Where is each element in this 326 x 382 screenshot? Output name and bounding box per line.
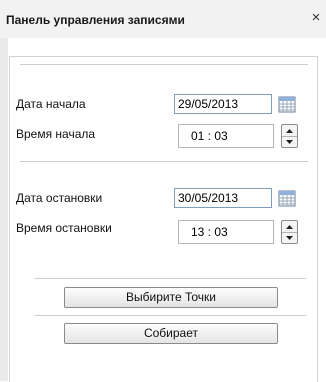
divider <box>20 161 308 162</box>
title-bar: Панель управления записями × <box>0 0 326 38</box>
divider <box>34 315 306 316</box>
calendar-icon[interactable] <box>278 189 296 207</box>
collect-button[interactable]: Собирает <box>64 323 278 344</box>
divider <box>20 64 308 65</box>
recording-control-panel: Дата начала 29/05/2013 Время начала 01 :… <box>9 56 318 382</box>
triangle-up-icon <box>286 128 293 133</box>
window-title: Панель управления записями <box>6 13 185 27</box>
close-icon[interactable]: × <box>308 10 324 26</box>
select-points-button[interactable]: Выбирите Точки <box>64 287 278 308</box>
divider <box>34 278 306 279</box>
stop-time-label: Время остановки <box>16 221 112 235</box>
spin-down-button[interactable] <box>282 136 297 147</box>
stop-time-input[interactable]: 13 : 03 <box>178 220 274 244</box>
start-date-label: Дата начала <box>16 97 86 111</box>
stop-time-spinner[interactable] <box>281 220 298 244</box>
spin-down-button[interactable] <box>282 232 297 243</box>
triangle-up-icon <box>286 224 293 229</box>
triangle-down-icon <box>286 235 293 240</box>
start-time-input[interactable]: 01 : 03 <box>178 124 274 148</box>
start-date-input[interactable]: 29/05/2013 <box>174 94 272 114</box>
calendar-icon[interactable] <box>278 95 296 113</box>
start-time-spinner[interactable] <box>281 124 298 148</box>
stop-date-label: Дата остановки <box>16 191 103 205</box>
triangle-down-icon <box>286 139 293 144</box>
left-edge <box>0 38 8 381</box>
stop-date-input[interactable]: 30/05/2013 <box>174 188 272 208</box>
start-time-label: Время начала <box>16 127 96 141</box>
